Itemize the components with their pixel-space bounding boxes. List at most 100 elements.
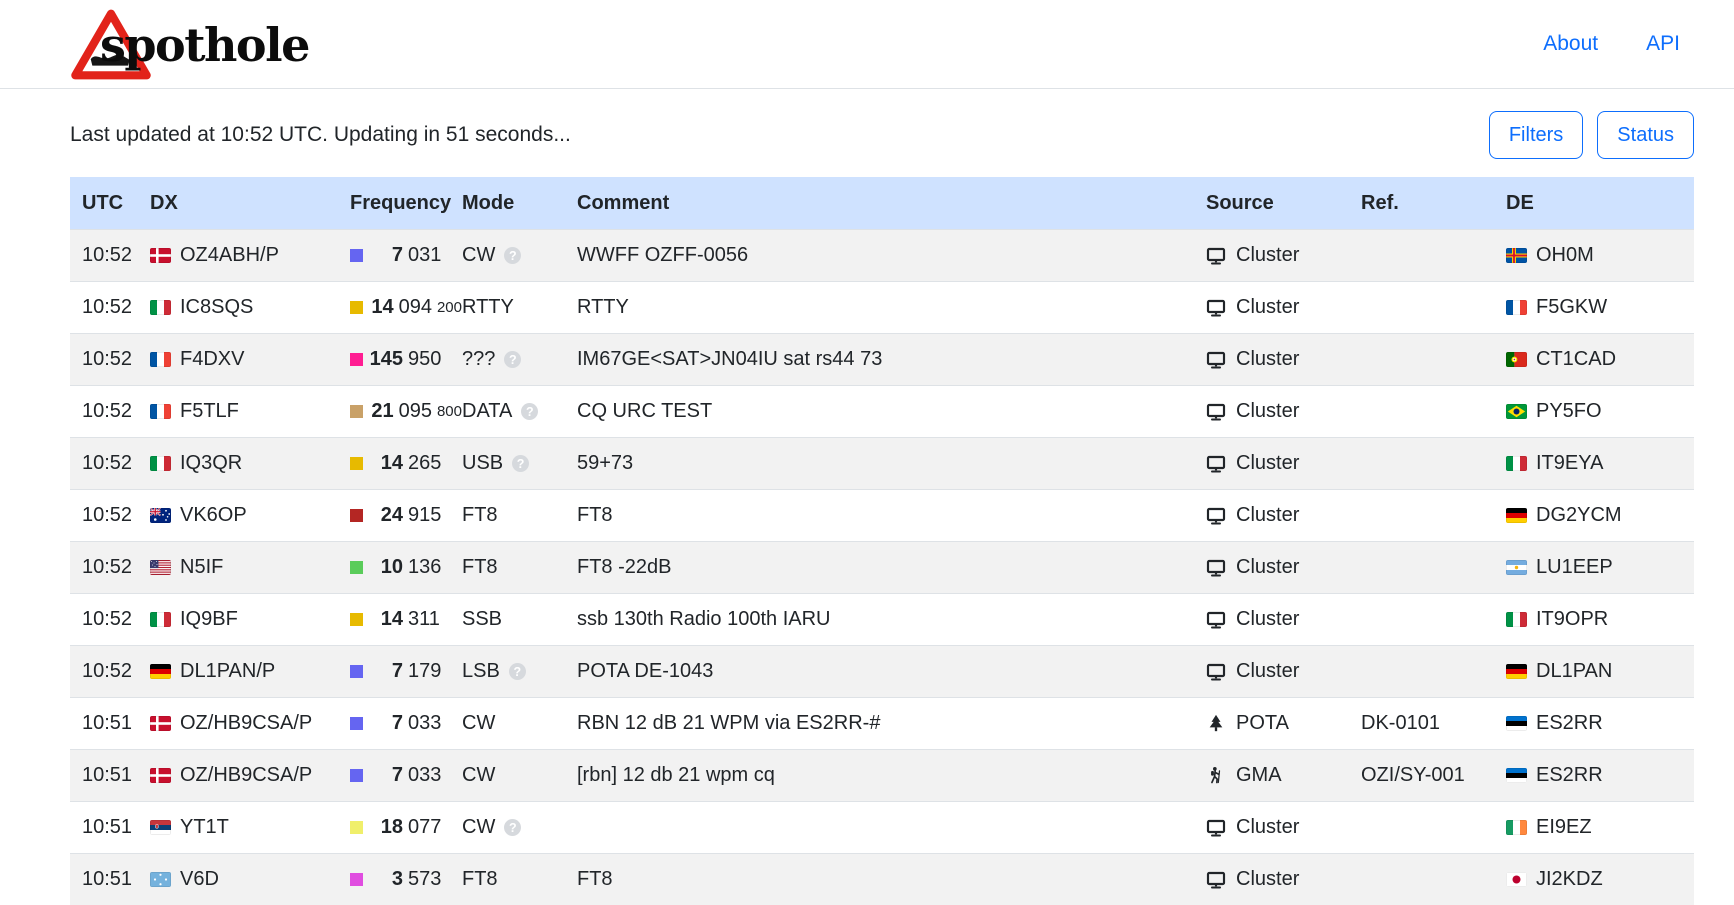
- table-row[interactable]: 10:52VK6OP24915FT8FT8ClusterDG2YCM: [70, 489, 1694, 541]
- source-label: Cluster: [1236, 504, 1299, 527]
- nav-link-api[interactable]: API: [1646, 32, 1680, 56]
- frequency-hz: 800: [437, 403, 462, 420]
- dx-callsign[interactable]: V6D: [180, 868, 219, 891]
- de-callsign[interactable]: F5GKW: [1536, 296, 1607, 319]
- frequency-cell: 10136: [350, 556, 462, 579]
- frequency-khz: 311: [408, 608, 440, 631]
- fr-flag-icon: [1506, 300, 1527, 315]
- source-label: Cluster: [1236, 452, 1299, 475]
- frequency-cell: 18077: [350, 816, 462, 839]
- it-flag-icon: [1506, 612, 1527, 627]
- cluster-icon: [1206, 402, 1226, 422]
- table-row[interactable]: 10:51V6D3573FT8FT8ClusterJI2KDZ: [70, 853, 1694, 905]
- cluster-icon: [1206, 298, 1226, 318]
- frequency-hz: 200: [437, 299, 462, 316]
- table-row[interactable]: 10:52F5TLF21095800DATA?CQ URC TESTCluste…: [70, 385, 1694, 437]
- band-color-swatch: [350, 249, 363, 262]
- mode-help-icon[interactable]: ?: [509, 663, 526, 680]
- table-row[interactable]: 10:52N5IF10136FT8FT8 -22dBClusterLU1EEP: [70, 541, 1694, 593]
- dx-callsign[interactable]: IQ9BF: [180, 608, 238, 631]
- table-row[interactable]: 10:52DL1PAN/P7179LSB?POTA DE-1043Cluster…: [70, 645, 1694, 697]
- dx-cell: IC8SQS: [150, 296, 350, 319]
- dx-callsign[interactable]: VK6OP: [180, 504, 247, 527]
- table-row[interactable]: 10:52F4DXV145950????IM67GE<SAT>JN04IU sa…: [70, 333, 1694, 385]
- de-callsign[interactable]: EI9EZ: [1536, 816, 1592, 839]
- table-row[interactable]: 10:51YT1T18077CW?ClusterEI9EZ: [70, 801, 1694, 853]
- dx-callsign[interactable]: N5IF: [180, 556, 223, 579]
- source-label: Cluster: [1236, 556, 1299, 579]
- de-cell: EI9EZ: [1494, 816, 1694, 839]
- table-row[interactable]: 10:52IC8SQS14094200RTTYRTTYClusterF5GKW: [70, 281, 1694, 333]
- column-header-frequency: Frequency: [350, 192, 462, 215]
- mode-cell: CW?: [462, 816, 577, 839]
- cluster-icon: [1206, 662, 1226, 682]
- ref-cell: OZI/SY-001: [1349, 764, 1494, 787]
- de-callsign[interactable]: LU1EEP: [1536, 556, 1613, 579]
- it-flag-icon: [150, 612, 171, 627]
- pt-flag-icon: [1506, 352, 1527, 367]
- de-callsign[interactable]: ES2RR: [1536, 712, 1603, 735]
- logo[interactable]: spothole: [70, 8, 309, 81]
- top-nav: About API: [1543, 32, 1680, 56]
- mode-label: CW: [462, 764, 495, 787]
- de-callsign[interactable]: IT9EYA: [1536, 452, 1603, 475]
- table-row[interactable]: 10:51OZ/HB9CSA/P7033CW[rbn] 12 db 21 wpm…: [70, 749, 1694, 801]
- band-color-swatch: [350, 613, 363, 626]
- table-row[interactable]: 10:52OZ4ABH/P7031CW?WWFF OZFF-0056Cluste…: [70, 229, 1694, 281]
- mode-label: FT8: [462, 556, 498, 579]
- dx-callsign[interactable]: F5TLF: [180, 400, 239, 423]
- source-label: Cluster: [1236, 400, 1299, 423]
- mode-cell: ????: [462, 348, 577, 371]
- mode-label: SSB: [462, 608, 502, 631]
- ax-flag-icon: [1506, 248, 1527, 263]
- mode-cell: FT8: [462, 868, 577, 891]
- fr-flag-icon: [150, 352, 171, 367]
- dx-callsign[interactable]: IC8SQS: [180, 296, 253, 319]
- table-row[interactable]: 10:51OZ/HB9CSA/P7033CWRBN 12 dB 21 WPM v…: [70, 697, 1694, 749]
- mode-help-icon[interactable]: ?: [504, 351, 521, 368]
- mode-cell: USB?: [462, 452, 577, 475]
- dx-callsign[interactable]: OZ4ABH/P: [180, 244, 279, 267]
- comment-cell: IM67GE<SAT>JN04IU sat rs44 73: [577, 348, 1194, 371]
- dx-callsign[interactable]: IQ3QR: [180, 452, 242, 475]
- de-callsign[interactable]: JI2KDZ: [1536, 868, 1603, 891]
- frequency-mhz: 24: [363, 504, 403, 527]
- de-callsign[interactable]: PY5FO: [1536, 400, 1602, 423]
- frequency-khz: 095: [399, 400, 432, 423]
- filters-button[interactable]: Filters: [1489, 111, 1583, 159]
- mode-cell: CW: [462, 764, 577, 787]
- de-callsign[interactable]: OH0M: [1536, 244, 1594, 267]
- utc-cell: 10:52: [70, 504, 150, 527]
- mode-cell: RTTY: [462, 296, 577, 319]
- de-flag-icon: [150, 664, 171, 679]
- nav-link-about[interactable]: About: [1543, 32, 1598, 56]
- source-cell: Cluster: [1194, 660, 1349, 683]
- table-row[interactable]: 10:52IQ9BF14311SSBssb 130th Radio 100th …: [70, 593, 1694, 645]
- dx-callsign[interactable]: OZ/HB9CSA/P: [180, 712, 312, 735]
- dx-cell: V6D: [150, 868, 350, 891]
- de-callsign[interactable]: IT9OPR: [1536, 608, 1608, 631]
- mode-help-icon[interactable]: ?: [512, 455, 529, 472]
- dx-callsign[interactable]: YT1T: [180, 816, 229, 839]
- dx-callsign[interactable]: OZ/HB9CSA/P: [180, 764, 312, 787]
- band-color-swatch: [350, 821, 363, 834]
- mode-label: CW: [462, 244, 495, 267]
- de-callsign[interactable]: DL1PAN: [1536, 660, 1612, 683]
- utc-cell: 10:52: [70, 244, 150, 267]
- it-flag-icon: [1506, 456, 1527, 471]
- dx-callsign[interactable]: DL1PAN/P: [180, 660, 275, 683]
- mode-help-icon[interactable]: ?: [521, 403, 538, 420]
- frequency-mhz: 3: [363, 868, 403, 891]
- mode-help-icon[interactable]: ?: [504, 247, 521, 264]
- mode-help-icon[interactable]: ?: [504, 819, 521, 836]
- status-button[interactable]: Status: [1597, 111, 1694, 159]
- frequency-cell: 14094200: [350, 296, 462, 319]
- de-callsign[interactable]: CT1CAD: [1536, 348, 1616, 371]
- de-callsign[interactable]: DG2YCM: [1536, 504, 1622, 527]
- de-callsign[interactable]: ES2RR: [1536, 764, 1603, 787]
- fr-flag-icon: [150, 404, 171, 419]
- table-row[interactable]: 10:52IQ3QR14265USB?59+73ClusterIT9EYA: [70, 437, 1694, 489]
- dx-callsign[interactable]: F4DXV: [180, 348, 244, 371]
- source-cell: Cluster: [1194, 504, 1349, 527]
- frequency-mhz: 145: [363, 348, 403, 371]
